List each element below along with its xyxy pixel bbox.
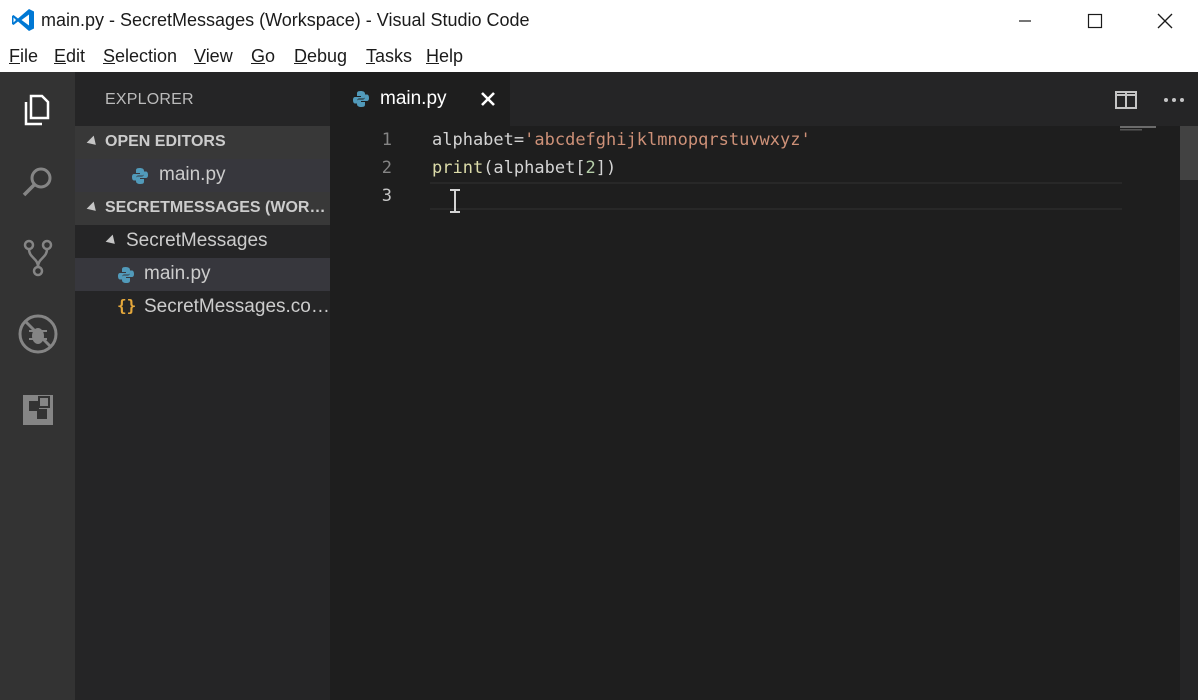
activity-explorer[interactable] xyxy=(0,74,75,146)
search-icon xyxy=(22,167,51,197)
collapse-triangle-icon xyxy=(86,201,100,215)
python-file-icon xyxy=(118,267,134,283)
line-number: 1 xyxy=(381,130,392,150)
menu-help[interactable]: Help xyxy=(426,46,463,67)
menu-go[interactable]: Go xyxy=(251,46,275,67)
menu-file[interactable]: File xyxy=(9,46,38,67)
files-icon xyxy=(24,94,49,126)
minimize-icon xyxy=(1019,20,1031,22)
debug-icon xyxy=(18,314,57,354)
activity-search[interactable] xyxy=(0,146,75,218)
menu-view[interactable]: View xyxy=(194,46,233,67)
line-number: 2 xyxy=(381,158,392,178)
extensions-icon xyxy=(22,395,53,425)
python-file-icon xyxy=(132,168,148,184)
vertical-scrollbar[interactable] xyxy=(1180,126,1198,700)
menu-tasks[interactable]: Tasks xyxy=(366,46,412,67)
menu-debug[interactable]: Debug xyxy=(294,46,347,67)
menu-selection[interactable]: Selection xyxy=(103,46,177,67)
tree-file-workspace[interactable]: {} SecretMessages.code-workspace xyxy=(75,291,330,324)
maximize-icon xyxy=(1087,13,1103,29)
open-editor-main-py[interactable]: main.py xyxy=(75,159,330,192)
title-bar: main.py - SecretMessages (Workspace) - V… xyxy=(0,0,1198,42)
scrollbar-thumb[interactable] xyxy=(1180,126,1198,180)
json-file-icon: {} xyxy=(117,296,137,315)
activity-debug[interactable] xyxy=(0,298,75,370)
close-icon xyxy=(1157,13,1173,29)
tree-file-main-py[interactable]: main.py xyxy=(75,258,330,291)
window-title: main.py - SecretMessages (Workspace) - V… xyxy=(41,10,530,30)
text-cursor-icon xyxy=(450,189,460,213)
editor-tab-bar: main.py xyxy=(330,72,1198,126)
more-actions-icon[interactable] xyxy=(1162,88,1186,112)
collapse-triangle-icon xyxy=(86,135,100,149)
explorer-sidebar: EXPLORER OPEN EDITORS main.py SECRETMESS… xyxy=(75,72,330,700)
activity-bar xyxy=(0,72,75,700)
split-editor-icon[interactable] xyxy=(1114,88,1138,112)
open-editors-header[interactable]: OPEN EDITORS xyxy=(75,126,330,159)
code-editor[interactable]: 1 alphabet='abcdefghijklmnopqrstuvwxyz' … xyxy=(330,126,1198,700)
activity-extensions[interactable] xyxy=(0,374,75,446)
folder-secretmessages[interactable]: SecretMessages xyxy=(75,225,330,258)
code-line-1[interactable]: alphabet='abcdefghijklmnopqrstuvwxyz' xyxy=(432,130,811,150)
source-control-icon xyxy=(23,239,52,277)
menu-bar: File Edit Selection View Go Debug Tasks … xyxy=(0,42,1198,72)
python-file-icon xyxy=(353,91,369,107)
maximize-button[interactable] xyxy=(1072,0,1118,42)
vscode-logo-icon xyxy=(12,9,34,31)
close-window-button[interactable] xyxy=(1142,0,1188,42)
tab-main-py[interactable]: main.py xyxy=(330,72,510,126)
tab-close-icon[interactable] xyxy=(479,90,497,108)
tab-label: main.py xyxy=(380,88,447,109)
current-line-highlight xyxy=(430,182,1122,210)
minimap[interactable] xyxy=(1120,126,1180,166)
workspace-header[interactable]: SECRETMESSAGES (WORKSPACE) xyxy=(75,192,330,225)
activity-source-control[interactable] xyxy=(0,222,75,294)
folder-expanded-icon xyxy=(105,234,119,248)
minimize-button[interactable] xyxy=(1002,0,1048,42)
menu-edit[interactable]: Edit xyxy=(54,46,85,67)
sidebar-title: EXPLORER xyxy=(105,91,194,108)
line-number: 3 xyxy=(381,186,392,206)
code-line-2[interactable]: print(alphabet[2]) xyxy=(432,158,616,178)
